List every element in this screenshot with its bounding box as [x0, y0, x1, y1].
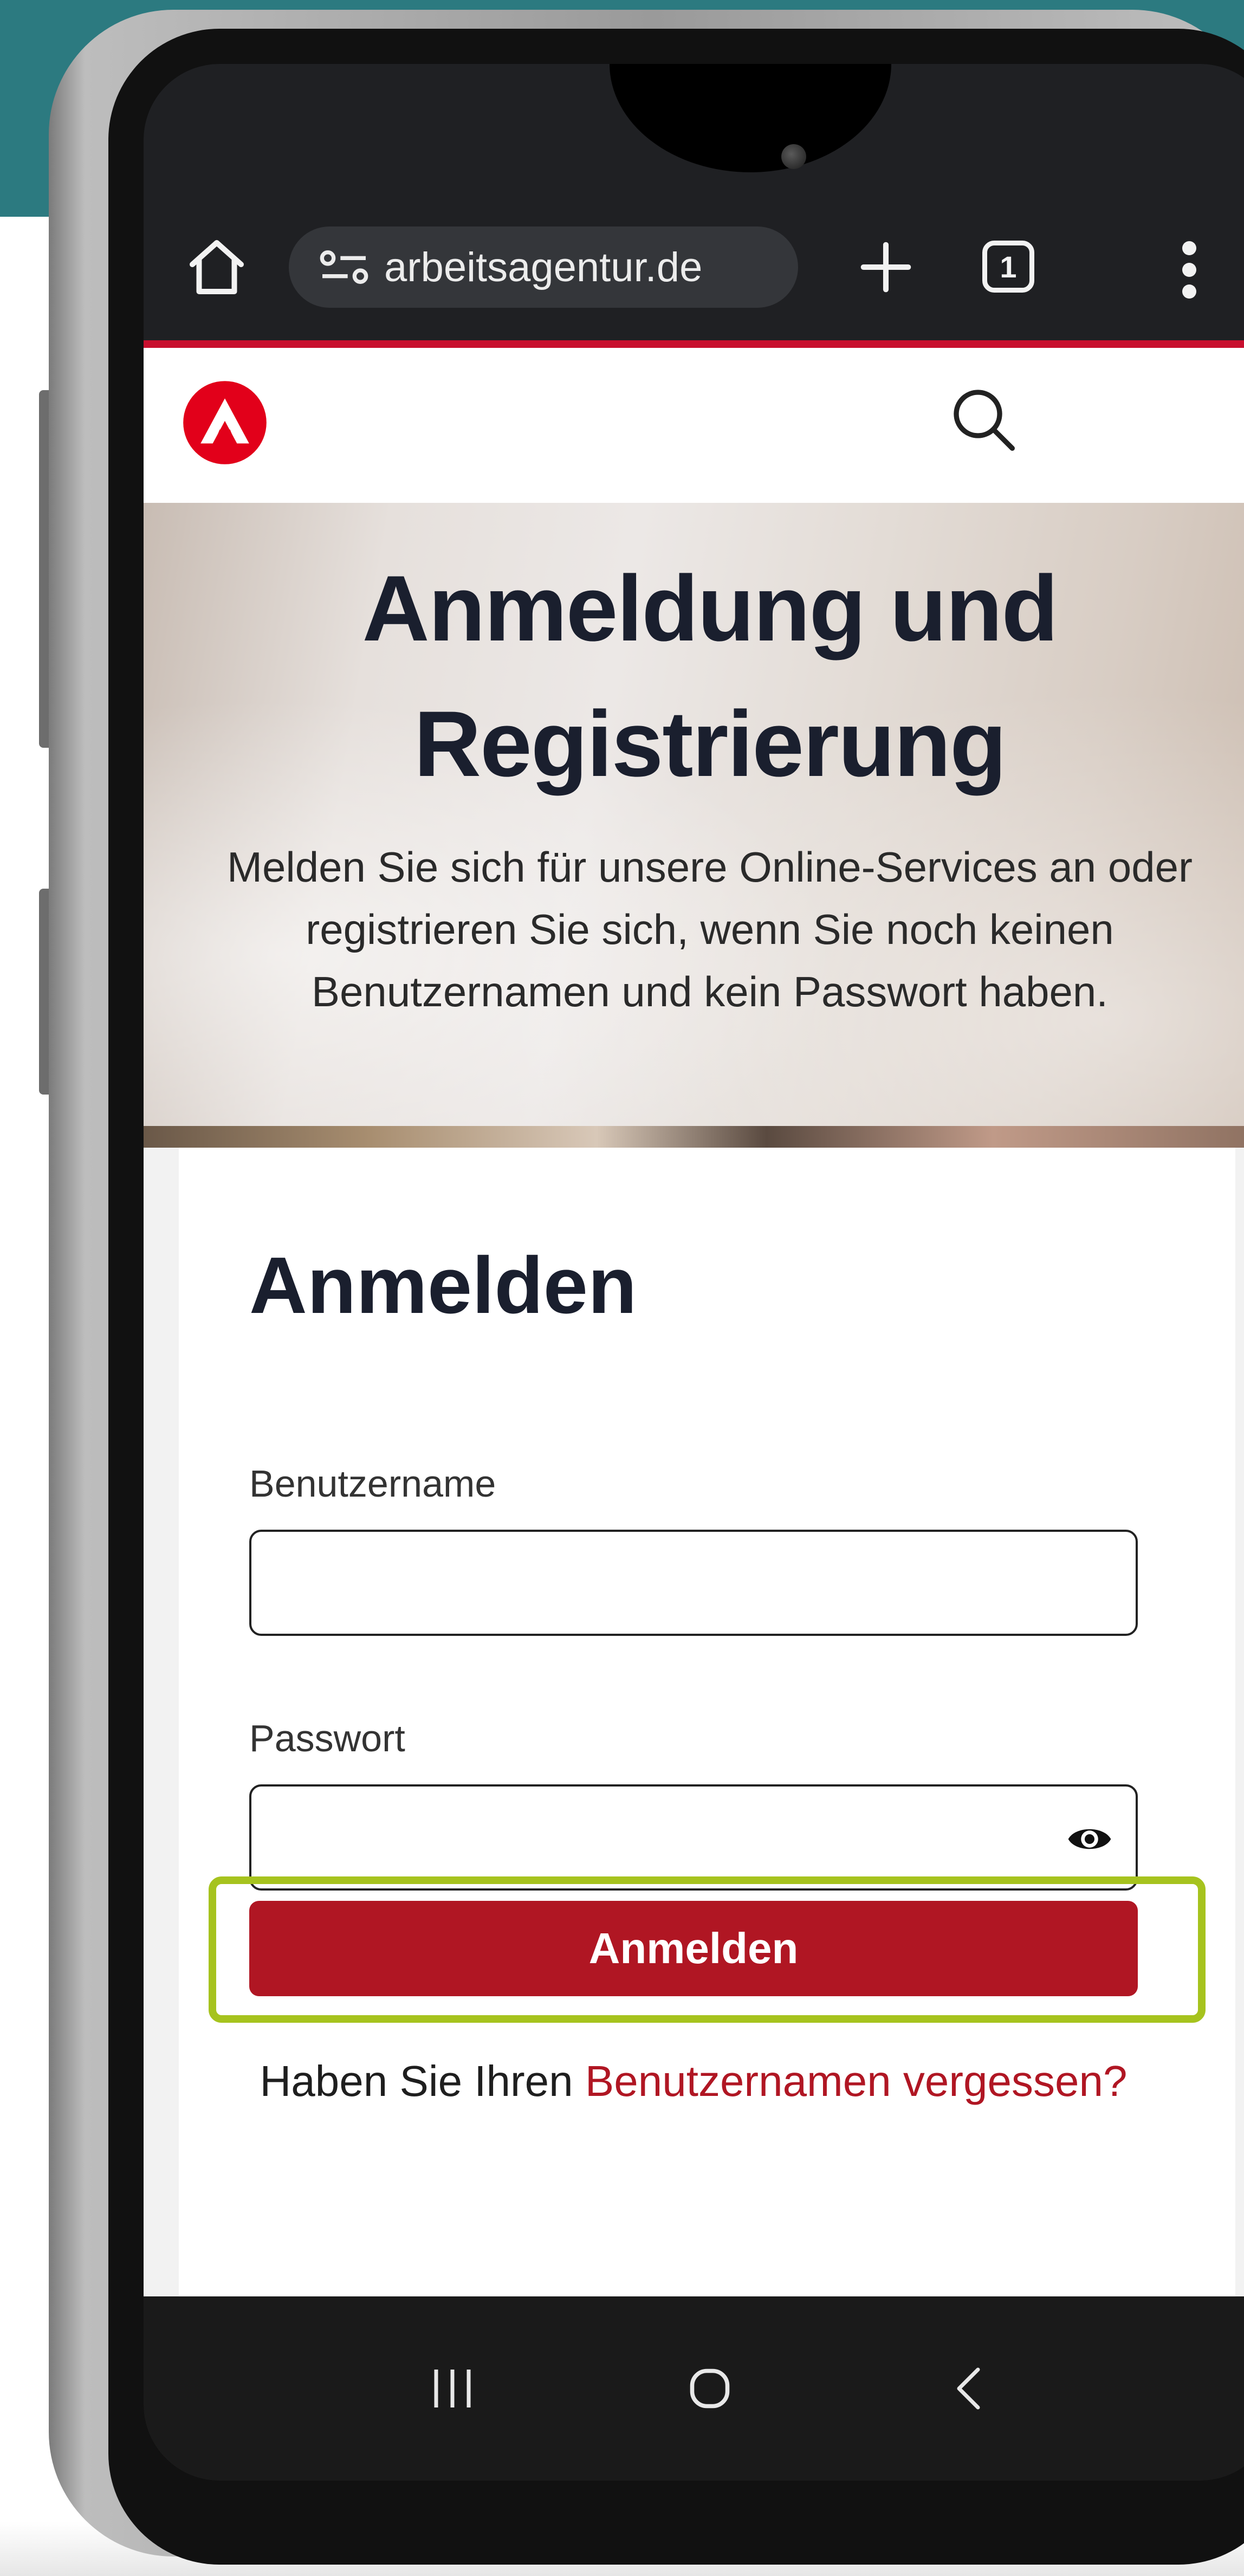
site-header	[144, 348, 1244, 503]
url-text[interactable]: arbeitsagentur.de	[384, 244, 702, 291]
home-icon[interactable]	[179, 229, 255, 305]
username-label: Benutzername	[249, 1462, 496, 1505]
page-title-line2: Registrierung	[413, 692, 1007, 796]
tab-count[interactable]: 1	[982, 241, 1034, 293]
home-circle-icon[interactable]	[656, 2340, 764, 2437]
username-field[interactable]	[249, 1530, 1138, 1636]
login-button[interactable]: Anmelden	[249, 1901, 1138, 1996]
login-card: Anmelden Benutzername Passwort Anmelden …	[179, 1148, 1235, 2296]
search-icon[interactable]	[940, 376, 1027, 463]
forgot-prefix: Haben Sie Ihren	[260, 2057, 585, 2105]
hero-description: Melden Sie sich für unsere Online-Servic…	[227, 843, 1193, 1015]
recents-icon[interactable]	[398, 2340, 507, 2437]
phone-frame: arbeitsagentur.de 1 Anmeldung und Regist…	[49, 10, 1244, 2565]
system-nav-bar	[144, 2296, 1244, 2481]
plus-icon[interactable]	[848, 229, 924, 305]
password-label: Passwort	[249, 1717, 405, 1759]
header-accent-line	[144, 340, 1244, 348]
back-icon[interactable]	[916, 2340, 1024, 2437]
address-bar[interactable]: arbeitsagentur.de	[289, 226, 798, 308]
page-title: Anmeldung und Registrierung	[144, 541, 1244, 812]
phone-screen: arbeitsagentur.de 1 Anmeldung und Regist…	[144, 64, 1244, 2481]
login-title: Anmelden	[249, 1241, 637, 1330]
tune-icon[interactable]	[317, 245, 371, 289]
front-camera	[781, 144, 806, 169]
hero-banner: Anmeldung und Registrierung Melden Sie s…	[144, 503, 1244, 1148]
bundesagentur-logo[interactable]	[182, 379, 268, 466]
more-vert-icon[interactable]	[1162, 232, 1216, 308]
page-title-line1: Anmeldung und	[362, 556, 1059, 661]
hero-image-edge	[144, 1126, 1244, 1148]
forgot-username-text: Haben Sie Ihren Benutzernamen vergessen?	[249, 2047, 1138, 2115]
tab-switcher-icon[interactable]: 1	[978, 236, 1039, 297]
password-field[interactable]	[249, 1784, 1138, 1891]
forgot-username-link[interactable]: Benutzernamen vergessen?	[585, 2057, 1128, 2105]
eye-icon[interactable]	[1065, 1815, 1114, 1863]
